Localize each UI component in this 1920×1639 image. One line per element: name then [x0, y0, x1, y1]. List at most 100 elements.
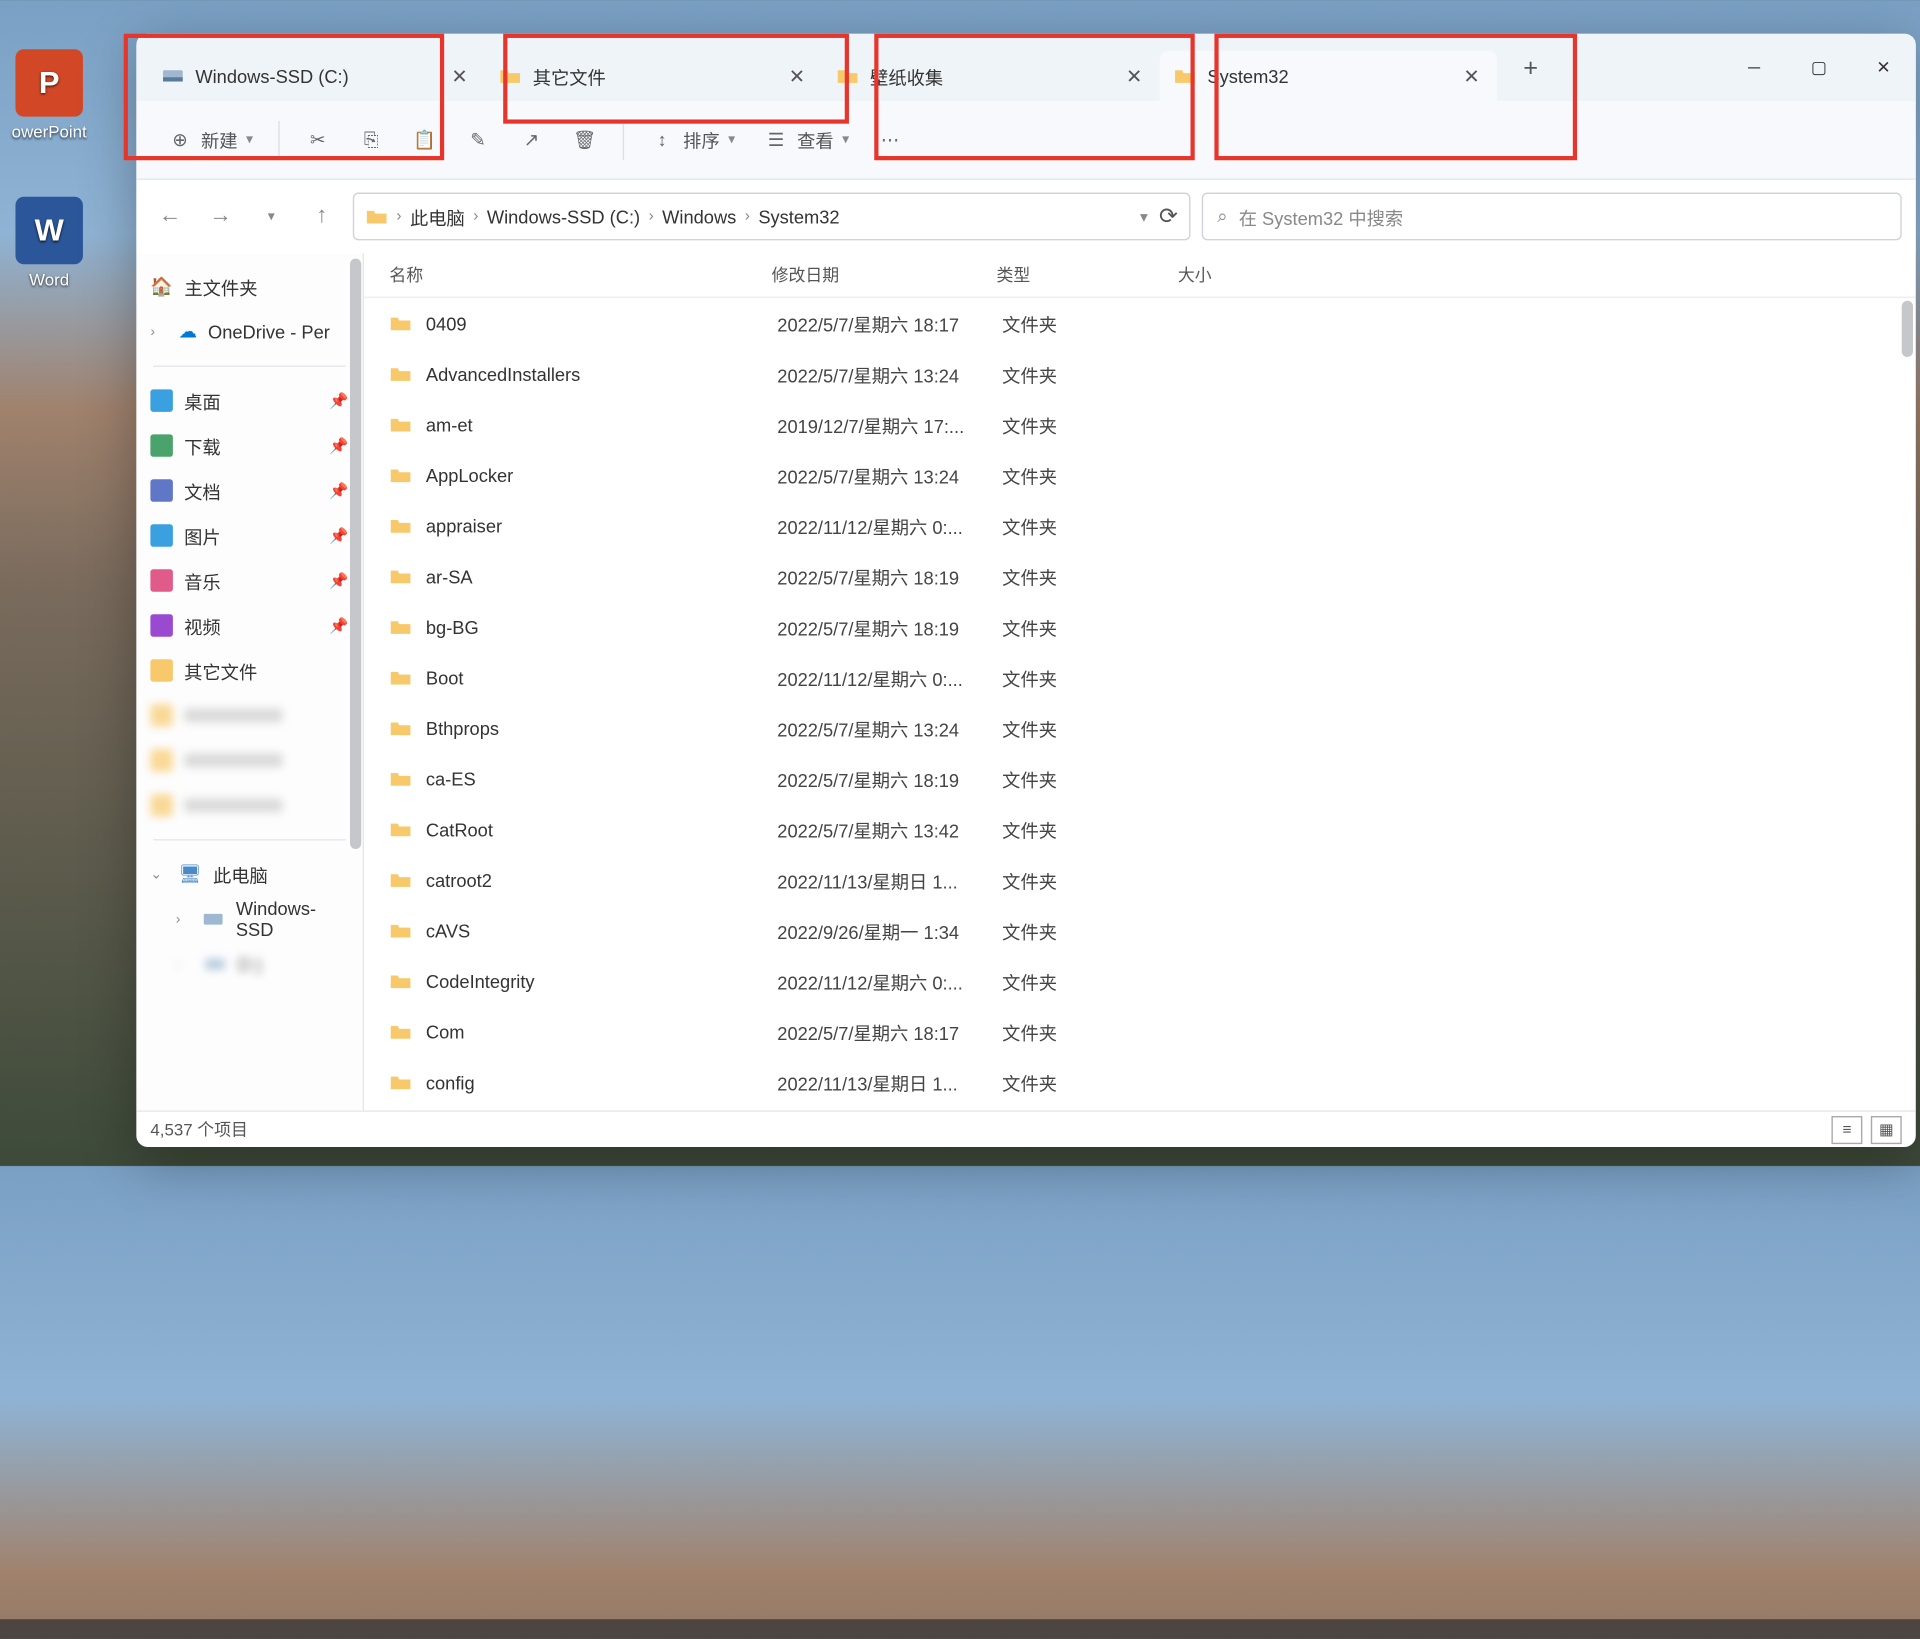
file-row[interactable]: 04092022/5/7/星期六 18:17文件夹: [364, 298, 1916, 349]
scrollbar-thumb[interactable]: [350, 259, 361, 849]
column-header-name[interactable]: 名称: [389, 263, 771, 287]
folder-icon: [389, 312, 411, 334]
file-type: 文件夹: [1002, 462, 1183, 489]
file-name: Com: [426, 1021, 777, 1042]
breadcrumb-item[interactable]: System32: [753, 206, 846, 227]
sidebar-item-quick[interactable]: 图片📌: [136, 513, 362, 558]
chevron-down-icon[interactable]: ▾: [1140, 207, 1148, 225]
toolbar-separator: [278, 120, 279, 159]
new-label: 新建: [201, 127, 238, 154]
breadcrumb-item[interactable]: Windows-SSD (C:): [481, 206, 646, 227]
file-row[interactable]: ar-SA2022/5/7/星期六 18:19文件夹: [364, 551, 1916, 602]
file-row[interactable]: bg-BG2022/5/7/星期六 18:19文件夹: [364, 602, 1916, 653]
breadcrumb-item[interactable]: Windows: [657, 206, 742, 227]
delete-button[interactable]: 🗑: [561, 115, 609, 166]
file-type: 文件夹: [1002, 361, 1183, 388]
sidebar-item-onedrive[interactable]: › ☁ OneDrive - Per: [136, 309, 362, 354]
tab-close-button[interactable]: ✕: [786, 65, 808, 87]
file-row[interactable]: ca-ES2022/5/7/星期六 18:19文件夹: [364, 753, 1916, 804]
sidebar-scrollbar[interactable]: [349, 253, 363, 1110]
tab-label: System32: [1207, 65, 1460, 86]
file-row[interactable]: appraiser2022/11/12/星期六 0:...文件夹: [364, 500, 1916, 551]
close-button[interactable]: ✕: [1851, 45, 1916, 90]
maximize-button[interactable]: ▢: [1786, 45, 1851, 90]
file-row[interactable]: cAVS2022/9/26/星期一 1:34文件夹: [364, 905, 1916, 956]
sidebar-item-label: 桌面: [184, 387, 221, 414]
tab-system32[interactable]: System32 ✕: [1160, 51, 1497, 102]
sidebar-item-quick[interactable]: 视频📌: [136, 603, 362, 648]
chevron-right-icon[interactable]: ›: [176, 912, 192, 927]
new-button[interactable]: ⊕ 新建 ▾: [156, 115, 264, 166]
sidebar-item-quick[interactable]: 其它文件: [136, 648, 362, 693]
scrollbar-thumb[interactable]: [1902, 301, 1913, 357]
cut-icon: ✂: [305, 127, 330, 152]
sidebar-item-blurred[interactable]: [136, 738, 362, 783]
more-button[interactable]: ⋯: [866, 115, 914, 166]
file-row[interactable]: CodeIntegrity2022/11/12/星期六 0:...文件夹: [364, 956, 1916, 1007]
recent-dropdown[interactable]: ▾: [252, 197, 291, 236]
sidebar-item-quick[interactable]: 文档📌: [136, 468, 362, 513]
file-row[interactable]: Com2022/5/7/星期六 18:17文件夹: [364, 1006, 1916, 1057]
new-tab-button[interactable]: +: [1508, 45, 1553, 90]
tab-other-files[interactable]: 其它文件 ✕: [485, 51, 822, 102]
column-header-date[interactable]: 修改日期: [772, 263, 997, 287]
details-view-button[interactable]: ≡: [1831, 1115, 1862, 1143]
content-scrollbar[interactable]: [1899, 301, 1913, 1088]
forward-button[interactable]: →: [201, 197, 240, 236]
sidebar-item-label: 此电脑: [213, 861, 268, 888]
file-type: 文件夹: [1002, 512, 1183, 539]
view-button[interactable]: ☰ 查看 ▾: [752, 115, 860, 166]
cut-button[interactable]: ✂: [294, 115, 342, 166]
up-button[interactable]: ↑: [302, 197, 341, 236]
sort-button[interactable]: ↕ 排序 ▾: [638, 115, 746, 166]
chevron-right-icon[interactable]: ›: [150, 324, 167, 339]
search-input[interactable]: ⌕ 在 System32 中搜索: [1202, 193, 1902, 241]
pin-icon: 📌: [329, 571, 348, 589]
column-header-size[interactable]: 大小: [1178, 263, 1290, 287]
file-row[interactable]: AppLocker2022/5/7/星期六 13:24文件夹: [364, 450, 1916, 501]
refresh-button[interactable]: ⟳: [1159, 202, 1178, 230]
chevron-right-icon[interactable]: ›: [176, 956, 193, 971]
sidebar-item-label: 其它文件: [184, 657, 257, 684]
desktop-icon-powerpoint[interactable]: P owerPoint: [0, 49, 98, 142]
file-row[interactable]: AdvancedInstallers2022/5/7/星期六 13:24文件夹: [364, 349, 1916, 400]
file-date: 2022/11/12/星期六 0:...: [777, 664, 1002, 691]
file-name: ca-ES: [426, 768, 777, 789]
minimize-button[interactable]: ─: [1722, 45, 1787, 90]
paste-button[interactable]: 📋: [401, 115, 449, 166]
sidebar-item-quick[interactable]: 下载📌: [136, 423, 362, 468]
sidebar-item-label: 图片: [184, 522, 221, 549]
file-row[interactable]: catroot22022/11/13/星期日 1...文件夹: [364, 855, 1916, 906]
tab-close-button[interactable]: ✕: [448, 65, 470, 87]
file-list: 04092022/5/7/星期六 18:17文件夹AdvancedInstall…: [364, 298, 1916, 1110]
tab-close-button[interactable]: ✕: [1123, 65, 1145, 87]
file-row[interactable]: Bthprops2022/5/7/星期六 13:24文件夹: [364, 703, 1916, 754]
file-row[interactable]: Boot2022/11/12/星期六 0:...文件夹: [364, 652, 1916, 703]
icons-view-button[interactable]: ▦: [1871, 1115, 1902, 1143]
sidebar-item-label: 下载: [184, 432, 221, 459]
sidebar-item-drive[interactable]: › Windows-SSD: [136, 897, 362, 942]
file-row[interactable]: config2022/11/13/星期日 1...文件夹: [364, 1057, 1916, 1108]
address-bar[interactable]: › 此电脑 › Windows-SSD (C:) › Windows › Sys…: [353, 193, 1191, 241]
sidebar-item-drive[interactable]: › D:): [136, 942, 362, 987]
file-row[interactable]: am-et2019/12/7/星期六 17:...文件夹: [364, 399, 1916, 450]
file-row[interactable]: CatRoot2022/5/7/星期六 13:42文件夹: [364, 804, 1916, 855]
sidebar-item-blurred[interactable]: [136, 783, 362, 828]
share-button[interactable]: ↗: [507, 115, 555, 166]
sidebar-item-quick[interactable]: 音乐📌: [136, 558, 362, 603]
tab-close-button[interactable]: ✕: [1460, 65, 1482, 87]
folder-icon: [150, 524, 172, 546]
sidebar-item-home[interactable]: 🏠 主文件夹: [136, 264, 362, 309]
sidebar-item-quick[interactable]: 桌面📌: [136, 378, 362, 423]
copy-button[interactable]: ⎘: [347, 115, 395, 166]
tab-windows-ssd[interactable]: Windows-SSD (C:) ✕: [148, 51, 485, 102]
rename-button[interactable]: ✎: [454, 115, 502, 166]
sidebar-item-this-pc[interactable]: ⌄ 🖥 此电脑: [136, 852, 362, 897]
column-header-type[interactable]: 类型: [997, 263, 1178, 287]
sidebar-item-blurred[interactable]: [136, 693, 362, 738]
chevron-down-icon[interactable]: ⌄: [150, 867, 167, 882]
tab-wallpapers[interactable]: 壁纸收集 ✕: [822, 51, 1159, 102]
breadcrumb-item[interactable]: 此电脑: [404, 203, 470, 230]
desktop-icon-word[interactable]: W Word: [0, 197, 98, 290]
back-button[interactable]: ←: [150, 197, 189, 236]
